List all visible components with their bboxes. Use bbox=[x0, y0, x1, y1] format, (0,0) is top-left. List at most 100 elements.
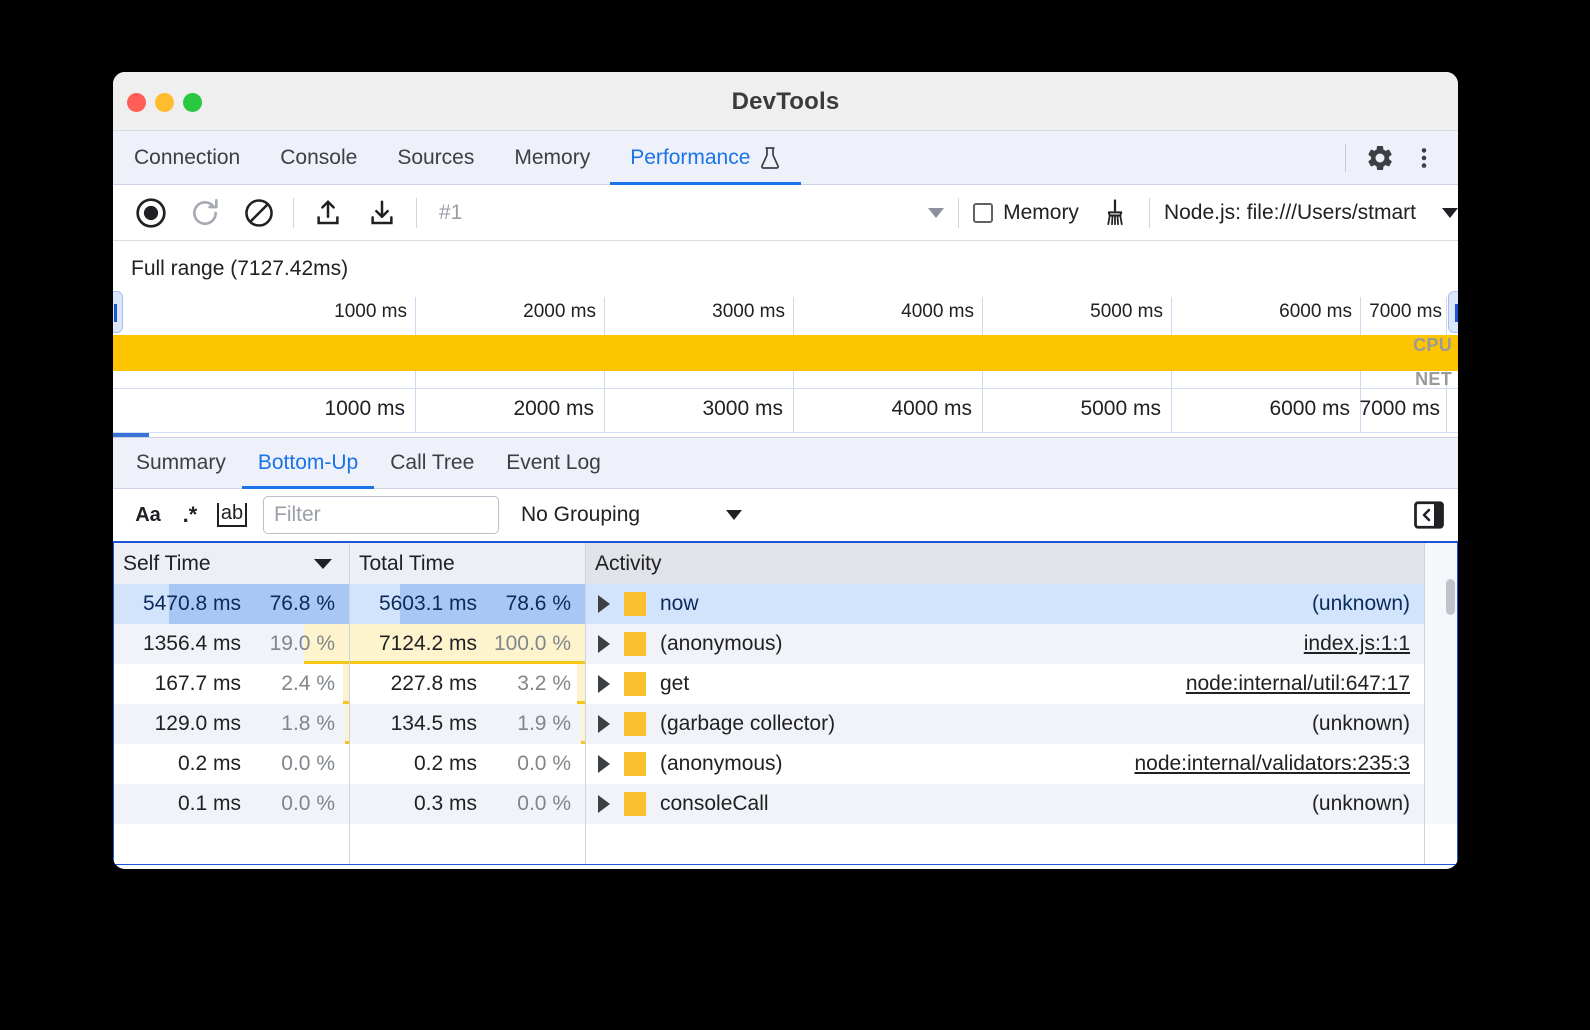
empty-cell bbox=[350, 824, 586, 864]
full-range-label: Full range (7127.42ms) bbox=[131, 257, 348, 281]
bottom-up-datagrid[interactable]: Self Time Total Time Activity 5470.8 ms … bbox=[113, 543, 1458, 865]
table-row[interactable]: 129.0 ms 1.8 % 134.5 ms 1.9 % (garbage c… bbox=[114, 704, 1457, 744]
row-gutter bbox=[1425, 624, 1457, 664]
total-time-value: 5603.1 ms bbox=[379, 592, 477, 616]
overview-tick-5000: 5000 ms bbox=[1090, 301, 1171, 323]
chevron-down-icon[interactable] bbox=[726, 510, 742, 520]
timeline-ruler[interactable]: 1000 ms 2000 ms 3000 ms 4000 ms 5000 ms … bbox=[113, 389, 1458, 433]
target-selector-label[interactable]: Node.js: file:///Users/stmart bbox=[1164, 201, 1416, 225]
history-dropdown-caret[interactable] bbox=[928, 208, 944, 218]
row-gutter bbox=[1425, 824, 1457, 864]
expand-triangle-icon[interactable] bbox=[598, 595, 610, 613]
expand-triangle-icon[interactable] bbox=[598, 795, 610, 813]
divider bbox=[416, 198, 417, 228]
tab-call-tree[interactable]: Call Tree bbox=[374, 438, 490, 488]
overview-tick-1000: 1000 ms bbox=[334, 301, 415, 323]
memory-checkbox-group[interactable]: Memory bbox=[973, 201, 1079, 225]
divider bbox=[958, 198, 959, 228]
memory-checkbox[interactable] bbox=[973, 203, 993, 223]
cell-self-time: 129.0 ms 1.8 % bbox=[114, 704, 350, 744]
download-profile-icon[interactable] bbox=[362, 193, 402, 233]
tab-performance[interactable]: Performance bbox=[610, 131, 801, 184]
tab-call-tree-label: Call Tree bbox=[390, 451, 474, 475]
self-time-value: 129.0 ms bbox=[155, 712, 241, 736]
reload-record-icon[interactable] bbox=[185, 193, 225, 233]
datagrid-body: 5470.8 ms 76.8 % 5603.1 ms 78.6 % now (u… bbox=[114, 584, 1457, 864]
expand-triangle-icon[interactable] bbox=[598, 675, 610, 693]
total-time-percent: 3.2 % bbox=[479, 672, 571, 696]
column-header-total-time[interactable]: Total Time bbox=[350, 543, 586, 584]
total-time-value: 7124.2 ms bbox=[379, 632, 477, 656]
kebab-menu-icon[interactable] bbox=[1404, 138, 1444, 178]
overview-strip[interactable]: 1000 ms 2000 ms 3000 ms 4000 ms 5000 ms … bbox=[113, 297, 1458, 389]
table-row[interactable]: 167.7 ms 2.4 % 227.8 ms 3.2 % get node:i… bbox=[114, 664, 1457, 704]
self-time-value: 5470.8 ms bbox=[143, 592, 241, 616]
category-color-swatch bbox=[624, 792, 646, 816]
target-dropdown-caret[interactable] bbox=[1442, 208, 1458, 218]
show-sidebar-icon[interactable] bbox=[1414, 501, 1444, 529]
activity-name: (anonymous) bbox=[660, 632, 783, 656]
clear-prohibited-icon[interactable] bbox=[239, 193, 279, 233]
flask-icon bbox=[759, 146, 781, 170]
tab-event-log-label: Event Log bbox=[506, 451, 601, 475]
net-band-label: NET bbox=[1415, 369, 1452, 390]
activity-source-link[interactable]: index.js:1:1 bbox=[1304, 632, 1410, 656]
tab-summary[interactable]: Summary bbox=[120, 438, 242, 488]
expand-triangle-icon[interactable] bbox=[598, 755, 610, 773]
timeline-vertical-scrollbar[interactable] bbox=[1446, 579, 1455, 615]
ruler-tick-1000: 1000 ms bbox=[324, 397, 415, 421]
search-input[interactable] bbox=[263, 496, 499, 534]
table-row[interactable]: 5470.8 ms 76.8 % 5603.1 ms 78.6 % now (u… bbox=[114, 584, 1457, 624]
ruler-tick-6000: 6000 ms bbox=[1269, 397, 1360, 421]
selection-handle-left[interactable] bbox=[113, 291, 123, 333]
row-gutter bbox=[1425, 744, 1457, 784]
tab-sources-label: Sources bbox=[397, 146, 474, 170]
activity-source: (unknown) bbox=[1312, 712, 1410, 736]
tab-console[interactable]: Console bbox=[260, 131, 377, 184]
category-color-swatch bbox=[624, 632, 646, 656]
timeline-scroll-indicator[interactable] bbox=[113, 433, 149, 437]
match-case-icon[interactable]: Aa bbox=[127, 495, 169, 535]
tab-event-log[interactable]: Event Log bbox=[490, 438, 617, 488]
expand-triangle-icon[interactable] bbox=[598, 635, 610, 653]
table-row[interactable]: 1356.4 ms 19.0 % 7124.2 ms 100.0 % (anon… bbox=[114, 624, 1457, 664]
window-title: DevTools bbox=[113, 88, 1458, 116]
upload-profile-icon[interactable] bbox=[308, 193, 348, 233]
cell-self-time: 0.1 ms 0.0 % bbox=[114, 784, 350, 824]
cell-total-time: 0.3 ms 0.0 % bbox=[350, 784, 586, 824]
recording-name[interactable]: #1 bbox=[439, 201, 462, 225]
column-header-activity[interactable]: Activity bbox=[586, 543, 1425, 584]
table-row[interactable]: 0.1 ms 0.0 % 0.3 ms 0.0 % consoleCall (u… bbox=[114, 784, 1457, 824]
total-time-percent: 1.9 % bbox=[479, 712, 571, 736]
self-time-percent: 0.0 % bbox=[243, 752, 335, 776]
column-header-self-time[interactable]: Self Time bbox=[114, 543, 350, 584]
cell-activity: (anonymous) index.js:1:1 bbox=[586, 624, 1425, 664]
tab-memory[interactable]: Memory bbox=[494, 131, 610, 184]
selection-handle-right[interactable] bbox=[1448, 291, 1458, 333]
category-color-swatch bbox=[624, 752, 646, 776]
expand-triangle-icon[interactable] bbox=[598, 715, 610, 733]
total-time-percent: 0.0 % bbox=[479, 752, 571, 776]
panel-tabstrip-actions bbox=[1335, 131, 1458, 184]
collect-garbage-broom-icon[interactable] bbox=[1095, 193, 1135, 233]
self-time-value: 167.7 ms bbox=[155, 672, 241, 696]
self-time-value: 0.2 ms bbox=[178, 752, 241, 776]
empty-cell bbox=[114, 824, 350, 864]
record-circle-icon[interactable] bbox=[131, 193, 171, 233]
tab-sources[interactable]: Sources bbox=[377, 131, 494, 184]
cell-self-time: 167.7 ms 2.4 % bbox=[114, 664, 350, 704]
cell-activity: get node:internal/util:647:17 bbox=[586, 664, 1425, 704]
empty-cell bbox=[586, 824, 1425, 864]
regex-icon[interactable]: .* bbox=[169, 495, 211, 535]
devtools-window: DevTools Connection Console Sources Memo… bbox=[113, 72, 1458, 869]
activity-source-link[interactable]: node:internal/validators:235:3 bbox=[1134, 752, 1410, 776]
self-time-value: 0.1 ms bbox=[178, 792, 241, 816]
tab-connection[interactable]: Connection bbox=[113, 131, 260, 184]
activity-source-link[interactable]: node:internal/util:647:17 bbox=[1186, 672, 1410, 696]
gear-icon[interactable] bbox=[1360, 138, 1400, 178]
grouping-select-label[interactable]: No Grouping bbox=[521, 503, 640, 527]
whole-word-icon[interactable]: ab bbox=[211, 495, 253, 535]
table-row[interactable]: 0.2 ms 0.0 % 0.2 ms 0.0 % (anonymous) no… bbox=[114, 744, 1457, 784]
row-gutter bbox=[1425, 704, 1457, 744]
tab-bottom-up[interactable]: Bottom-Up bbox=[242, 438, 374, 488]
